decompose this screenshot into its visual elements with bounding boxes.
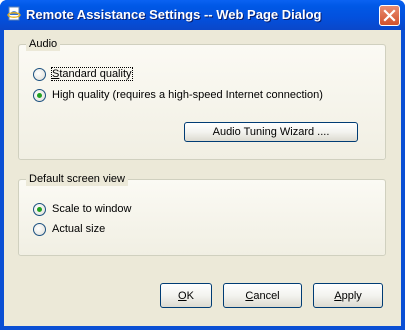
scale-to-window-radio[interactable] xyxy=(33,202,46,216)
audio-group: Audio Standard quality High quality (req… xyxy=(18,38,386,160)
apply-button[interactable]: Apply xyxy=(313,283,383,308)
radio-actual-size[interactable]: Actual size xyxy=(33,222,105,236)
dialog-client-area: Audio Standard quality High quality (req… xyxy=(4,30,401,326)
close-icon xyxy=(383,9,396,22)
window-title: Remote Assistance Settings -- Web Page D… xyxy=(26,7,322,22)
standard-quality-label: Standard quality xyxy=(51,67,133,81)
dialog-window: Remote Assistance Settings -- Web Page D… xyxy=(0,0,405,330)
ok-button[interactable]: OK xyxy=(160,283,212,308)
radio-scale-to-window[interactable]: Scale to window xyxy=(33,202,132,216)
radio-high-quality[interactable]: High quality (requires a high-speed Inte… xyxy=(33,88,323,102)
audio-tuning-wizard-button[interactable]: Audio Tuning Wizard .... xyxy=(184,122,358,142)
default-screen-view-group: Default screen view Scale to window Actu… xyxy=(18,173,386,256)
ie-document-icon xyxy=(6,6,22,22)
high-quality-radio[interactable] xyxy=(33,88,46,102)
radio-standard-quality[interactable]: Standard quality xyxy=(33,67,133,81)
title-bar[interactable]: Remote Assistance Settings -- Web Page D… xyxy=(0,0,405,30)
scale-to-window-label: Scale to window xyxy=(52,203,132,215)
close-button[interactable] xyxy=(379,5,400,26)
cancel-button[interactable]: Cancel xyxy=(223,283,302,308)
screen-view-group-legend: Default screen view xyxy=(26,173,128,186)
actual-size-label: Actual size xyxy=(52,223,106,235)
actual-size-radio[interactable] xyxy=(33,222,46,236)
audio-group-legend: Audio xyxy=(26,38,61,51)
high-quality-label: High quality (requires a high-speed Inte… xyxy=(52,89,323,101)
standard-quality-radio[interactable] xyxy=(33,67,46,81)
